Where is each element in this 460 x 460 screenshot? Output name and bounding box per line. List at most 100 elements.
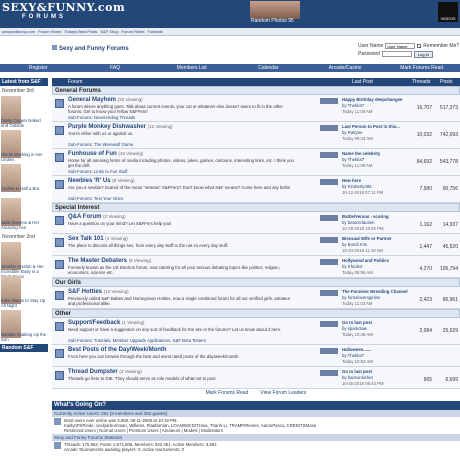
subforums-links[interactable]: Sub-Forums: Neverending Threads (68, 115, 135, 120)
active-users-bar[interactable]: Currently Active Users: 291 (9 members a… (52, 410, 460, 417)
last-post-title[interactable]: Hollywood and Politics (342, 258, 389, 263)
nav-link[interactable]: sexyandfunny.com (2, 29, 35, 34)
tab-calendar[interactable]: Calendar (230, 64, 307, 72)
header-photo-thumbnail[interactable] (250, 1, 300, 19)
last-post-thumbnail[interactable] (320, 215, 338, 221)
sidebar-item[interactable]: Nicole Working in Her Undies (0, 130, 48, 162)
footer-link[interactable]: View Forum Leaders (260, 390, 306, 396)
sidebar-item[interactable]: Katie Wants to Stay Up All Night (0, 276, 48, 308)
username-input[interactable] (385, 43, 416, 49)
last-post-thumbnail[interactable] (320, 259, 338, 265)
nav-link[interactable]: Todays Best Posts (64, 29, 97, 34)
last-post-author[interactable]: by bean2clausen (342, 220, 375, 225)
last-post-title[interactable]: Happy Birthday deepchangee (342, 97, 402, 102)
forum-title[interactable]: Purple Monkey Dishwasher (12 Viewing) (68, 124, 173, 130)
subforums-links[interactable]: Sub-Forums: The Werewolf Game (68, 142, 133, 147)
tab-members-list[interactable]: Members List (153, 64, 230, 72)
last-post-title[interactable]: Go to last post (342, 369, 372, 374)
tab-register[interactable]: Register (0, 64, 77, 72)
user-legend[interactable]: Restricted Users | Normal Users | Premiu… (64, 428, 458, 433)
forum-title-text[interactable]: General Mayhem (68, 97, 116, 103)
forum-title-text[interactable]: Newbies 'R' Us (68, 178, 111, 184)
last-post-title[interactable]: Battle/Versus - scoring (342, 214, 389, 219)
sidebar-item-caption[interactable]: Nicole Working in Her Undies (1, 152, 47, 162)
sidebar-item-caption[interactable]: Jada Stevens & Her Amazing Ass (1, 220, 47, 230)
sidebar-item-caption[interactable]: Daisy Cooper Naked and Outside (1, 118, 47, 128)
forum-title[interactable]: Sex Talk 101 (4 Viewing) (68, 236, 128, 242)
last-post-thumbnail[interactable] (320, 290, 338, 296)
last-post-thumbnail[interactable] (320, 370, 338, 376)
subforums-links[interactable]: Sub-Forums: Tutorials, Member Upgrade Ap… (68, 338, 206, 343)
sidebar-item-caption[interactable]: Katie Wants to Stay Up All Night (1, 298, 47, 308)
forum-title-text[interactable]: The Master Debaters (68, 258, 127, 264)
footer-link[interactable]: Mark Forums Read (206, 390, 249, 396)
sidebar-item[interactable]: Daisy Cooper Naked and Outside (0, 96, 48, 128)
last-post-author[interactable]: by baimonkicker (342, 375, 373, 380)
forum-title-text[interactable]: Q&A Forum (68, 214, 101, 220)
last-post-author[interactable]: by fornaloversgirline (342, 295, 380, 300)
forum-title[interactable]: The Master Debaters (5 Viewing) (68, 258, 151, 264)
forum-title[interactable]: Thread Dumpster (3 Viewing) (68, 369, 142, 375)
last-post-thumbnail[interactable] (320, 125, 338, 131)
last-post-author[interactable]: by Kimberly495 (342, 184, 372, 189)
forum-title-text[interactable]: Thread Dumpster (68, 369, 118, 375)
forum-title[interactable]: General Mayhem (20 Viewing) (68, 97, 143, 103)
videos-button[interactable]: VIDEOS (438, 2, 458, 22)
last-post-author[interactable]: by Kfoolert (342, 264, 363, 269)
last-post-author[interactable]: by Theklot7 (342, 103, 364, 108)
forum-title-text[interactable]: Best Posts of the Day/Week/Month (68, 347, 167, 353)
forum-title[interactable]: Best Posts of the Day/Week/Month (68, 347, 167, 353)
last-post-thumbnail[interactable] (320, 179, 338, 185)
last-post-title[interactable]: Name the celebrity (342, 151, 380, 156)
last-post-title[interactable]: Halloween....... (342, 347, 372, 352)
forum-title-text[interactable]: Support/Feedback (68, 320, 120, 326)
sidebar-item[interactable]: Daniela Soaking Up the Sun (0, 310, 48, 342)
remember-me-checkbox[interactable] (417, 44, 422, 48)
site-logo[interactable]: SEXY&FUNNY.com FORUMS (2, 2, 125, 21)
sidebar-item[interactable]: Jada Stevens & Her Amazing Ass (0, 198, 48, 230)
nav-link[interactable]: Forum Home (38, 29, 61, 34)
subforums-links[interactable]: Sub-Forums: Test Your Ones (68, 196, 123, 201)
last-post-title[interactable]: Last Person to Post in this... (342, 124, 400, 129)
category-header[interactable]: General Forums (52, 86, 460, 95)
forum-title[interactable]: Funhouse of Fun (18 Viewing) (68, 151, 143, 157)
last-post-title[interactable]: Go to last post (342, 320, 372, 325)
last-post-author[interactable]: by Rattyne (342, 130, 363, 135)
sidebar-item[interactable]: Jennifer Aniston & Her Incredible Body i… (0, 242, 48, 279)
last-post-author[interactable]: by Theklot7 (342, 157, 364, 162)
last-post-title[interactable]: The Funniest Wrestling Channel (342, 289, 408, 294)
last-post-thumbnail[interactable] (320, 321, 338, 327)
last-post-thumbnail[interactable] (320, 348, 338, 354)
category-header[interactable]: Special Interest (52, 203, 460, 212)
forum-title-text[interactable]: Sex Talk 101 (68, 236, 104, 242)
last-post-thumbnail[interactable] (320, 98, 338, 104)
sidebar-item-caption[interactable]: Sophia in Half a Bra (1, 186, 47, 191)
last-post-title[interactable]: New here (342, 178, 361, 183)
nav-link[interactable]: Tutorials (147, 29, 162, 34)
nav-link[interactable]: Forum Rules (122, 29, 145, 34)
forum-title[interactable]: Support/Feedback (1 Viewing) (68, 320, 144, 326)
last-post-thumbnail[interactable] (320, 152, 338, 158)
forum-title[interactable]: Newbies 'R' Us (8 Viewing) (68, 178, 135, 184)
tab-faq[interactable]: FAQ (77, 64, 154, 72)
forum-title[interactable]: S&F Hotties (10 Viewing) (68, 289, 129, 295)
tab-mark-forums-read[interactable]: Mark Forums Read (383, 64, 460, 72)
header-photo-caption[interactable]: Random Photos 95 (251, 19, 311, 24)
nav-link[interactable]: S&F Shop (100, 29, 118, 34)
sidebar-item[interactable]: Sophia in Half a Bra (0, 164, 48, 196)
subforums-links[interactable]: Sub-Forums: Links to Fun Stuff (68, 169, 127, 174)
forum-title-text[interactable]: Funhouse of Fun (68, 151, 117, 157)
forum-title[interactable]: Q&A Forum (2 Viewing) (68, 214, 126, 220)
last-post-title[interactable]: Bisexual Wife or Partner (342, 236, 392, 241)
password-input[interactable] (381, 51, 412, 57)
last-post-author[interactable]: by Bondi Kim (342, 242, 367, 247)
last-post-author[interactable]: by Theklot7 (342, 353, 364, 358)
last-post-thumbnail[interactable] (320, 237, 338, 243)
forum-title-text[interactable]: Purple Monkey Dishwasher (68, 124, 146, 130)
tab-arcade-casino[interactable]: Arcade/Casino (307, 64, 384, 72)
forum-title-text[interactable]: S&F Hotties (68, 289, 102, 295)
sidebar-item-caption[interactable]: Daniela Soaking Up the Sun (1, 332, 47, 342)
forum-home-icon[interactable] (52, 45, 57, 50)
login-button[interactable]: Log in (413, 50, 433, 58)
last-post-author[interactable]: by sparkclaw (342, 326, 367, 331)
